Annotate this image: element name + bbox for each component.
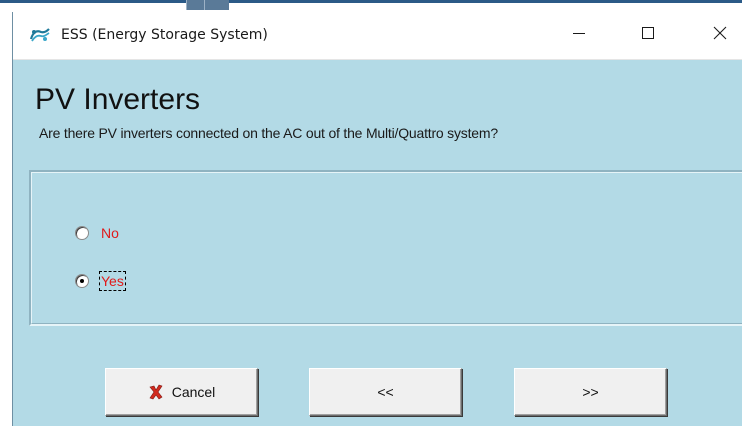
radio-button-yes[interactable]	[75, 274, 89, 288]
app-icon	[29, 26, 51, 44]
radio-option-no[interactable]: No	[75, 222, 121, 244]
red-x-icon	[148, 384, 164, 400]
maximize-icon	[641, 26, 655, 45]
window-title: ESS (Energy Storage System)	[61, 27, 268, 43]
background-tab	[186, 0, 205, 10]
next-button-label: >>	[582, 384, 599, 400]
radio-button-no[interactable]	[75, 226, 89, 240]
cancel-button-label: Cancel	[171, 384, 216, 400]
radio-option-yes[interactable]: Yes	[75, 270, 126, 292]
background-tab	[204, 0, 229, 10]
close-icon	[713, 26, 727, 45]
minimize-button[interactable]	[556, 12, 602, 59]
options-group-inner	[31, 172, 742, 324]
page-question: Are there PV inverters connected on the …	[39, 125, 498, 141]
cancel-button[interactable]: Cancel	[105, 368, 258, 416]
radio-selected-dot	[80, 279, 84, 283]
options-group-box	[29, 170, 742, 326]
back-button[interactable]: <<	[309, 368, 462, 416]
back-button-label: <<	[377, 384, 394, 400]
radio-label-yes[interactable]: Yes	[99, 271, 126, 291]
screen: ESS (Energy Storage System) PV Inverters…	[0, 0, 742, 426]
radio-label-no[interactable]: No	[99, 223, 121, 243]
background-window-edge	[0, 0, 742, 12]
ess-dialog-window: ESS (Energy Storage System) PV Inverters…	[12, 12, 742, 426]
title-bar[interactable]: ESS (Energy Storage System)	[13, 12, 742, 60]
minimize-icon	[572, 26, 586, 45]
next-button[interactable]: >>	[514, 368, 667, 416]
background-window-bar	[0, 0, 742, 3]
page-title: PV Inverters	[35, 83, 201, 116]
dialog-content: PV Inverters Are there PV inverters conn…	[13, 60, 742, 426]
maximize-button[interactable]	[625, 12, 671, 59]
close-button[interactable]	[697, 12, 742, 59]
